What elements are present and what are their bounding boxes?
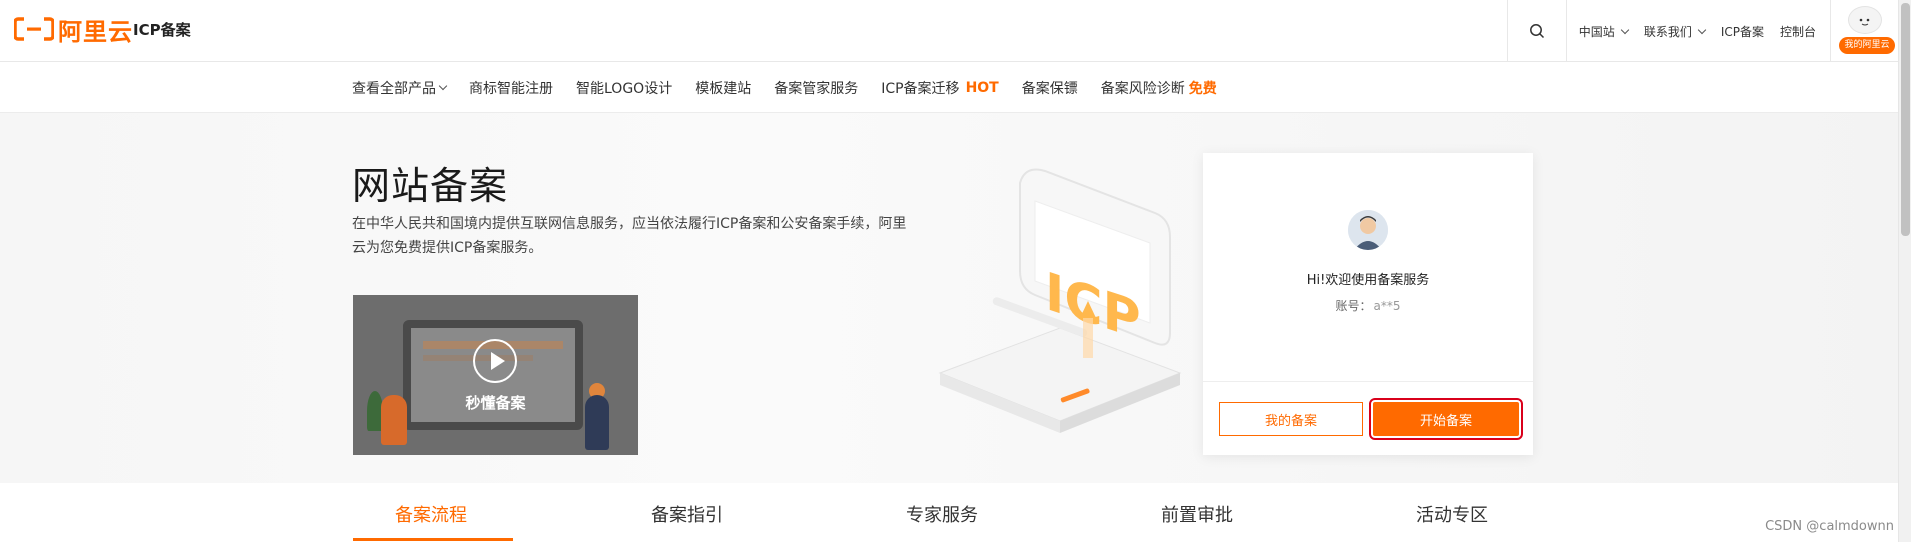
subnav-trademark[interactable]: 商标智能注册 <box>469 78 553 98</box>
chevron-down-icon <box>438 81 448 91</box>
welcome-text: Hi!欢迎使用备案服务 <box>1306 273 1430 288</box>
nav-china-site[interactable]: 中国站 <box>1578 23 1630 40</box>
nav-console[interactable]: 控制台 <box>1780 23 1816 40</box>
subnav-logo-design[interactable]: 智能LOGO设计 <box>576 78 672 98</box>
nav-china-site-label: 中国站 <box>1578 24 1615 39</box>
tab-filing-guide[interactable]: 备案指引 <box>651 501 723 527</box>
user-avatar-icon <box>1348 210 1388 250</box>
scrollbar-thumb[interactable] <box>1901 3 1910 236</box>
avatar[interactable] <box>1848 6 1882 34</box>
start-filing-button[interactable]: 开始备案 <box>1369 398 1523 440</box>
aliyun-logo[interactable]: 阿里云 <box>14 14 133 46</box>
header-right: 中国站 联系我们 ICP备案 控制台 我的阿里云 <box>1506 0 1898 62</box>
aliyun-logo-icon <box>14 17 54 41</box>
tab-pre-approval[interactable]: 前置审批 <box>1161 501 1233 527</box>
card-divider <box>1203 381 1533 382</box>
free-badge: 免费 <box>1188 80 1217 97</box>
scrollbar[interactable] <box>1898 0 1911 542</box>
account-info: 账号： a**5 <box>1203 297 1533 314</box>
section-tabs: 备案流程 备案指引 专家服务 前置审批 活动专区 <box>0 483 1898 542</box>
tab-promotions[interactable]: 活动专区 <box>1416 501 1488 527</box>
subnav-icp-migration-label: ICP备案迁移 <box>881 80 960 97</box>
logo-text: 阿里云 <box>58 17 133 46</box>
secondary-nav-items: 查看全部产品 商标智能注册 智能LOGO设计 模板建站 备案管家服务 ICP备案… <box>352 62 1240 113</box>
secondary-nav: 查看全部产品 商标智能注册 智能LOGO设计 模板建站 备案管家服务 ICP备案… <box>0 62 1898 113</box>
play-icon[interactable] <box>473 339 517 383</box>
subnav-filing-guard[interactable]: 备案保镖 <box>1022 78 1078 98</box>
account-value: a**5 <box>1373 299 1401 313</box>
subnav-icp-migration[interactable]: ICP备案迁移 HOT <box>881 78 999 98</box>
avatar <box>1348 210 1388 250</box>
nav-contact-us[interactable]: 联系我们 <box>1643 23 1707 40</box>
subnav-risk-diagnosis[interactable]: 备案风险诊断 免费 <box>1101 78 1217 98</box>
chevron-down-icon <box>1697 25 1707 34</box>
hero-section: 网站备案 在中华人民共和国境内提供互联网信息服务，应当依法履行ICP备案和公安备… <box>0 113 1898 483</box>
search-button[interactable] <box>1506 0 1567 62</box>
hero-description: 在中华人民共和国境内提供互联网信息服务，应当依法履行ICP备案和公安备案手续，阿… <box>352 216 907 256</box>
chevron-down-icon <box>1620 25 1630 34</box>
video-label: 秒懂备案 <box>465 394 526 412</box>
intro-video[interactable]: 秒懂备案 <box>353 295 638 455</box>
hot-badge: HOT <box>965 79 999 96</box>
watermark: CSDN @calmdownn <box>1765 519 1894 534</box>
tab-expert-service[interactable]: 专家服务 <box>906 501 978 527</box>
cloud-avatar-icon <box>1859 18 1870 26</box>
product-name[interactable]: ICP备案 <box>133 19 191 40</box>
icp-illustration: ICP <box>938 168 1182 433</box>
header-links: 中国站 联系我们 ICP备案 控制台 <box>1567 0 1830 62</box>
subnav-template-site[interactable]: 模板建站 <box>695 78 751 98</box>
account-label: 账号： <box>1335 299 1372 313</box>
active-tab-indicator <box>353 538 513 541</box>
tab-filing-process[interactable]: 备案流程 <box>395 501 467 527</box>
nav-icp-filing[interactable]: ICP备案 <box>1721 23 1764 40</box>
account-card: Hi!欢迎使用备案服务 账号： a**5 我的备案 开始备案 <box>1203 153 1533 455</box>
my-aliyun-badge[interactable]: 我的阿里云 <box>1839 37 1895 54</box>
subnav-all-products[interactable]: 查看全部产品 <box>352 78 448 98</box>
subnav-risk-diagnosis-label: 备案风险诊断 <box>1100 80 1185 97</box>
nav-contact-us-label: 联系我们 <box>1643 24 1692 39</box>
user-menu[interactable]: 我的阿里云 <box>1830 0 1898 62</box>
subnav-all-products-label: 查看全部产品 <box>352 80 436 97</box>
my-filing-button[interactable]: 我的备案 <box>1219 402 1363 436</box>
top-header: 阿里云 ICP备案 中国站 联系我们 ICP备案 控制台 我的阿里云 <box>0 0 1898 62</box>
page-title: 网站备案 <box>352 164 509 208</box>
search-icon <box>1529 24 1544 39</box>
subnav-filing-butler[interactable]: 备案管家服务 <box>774 78 858 98</box>
